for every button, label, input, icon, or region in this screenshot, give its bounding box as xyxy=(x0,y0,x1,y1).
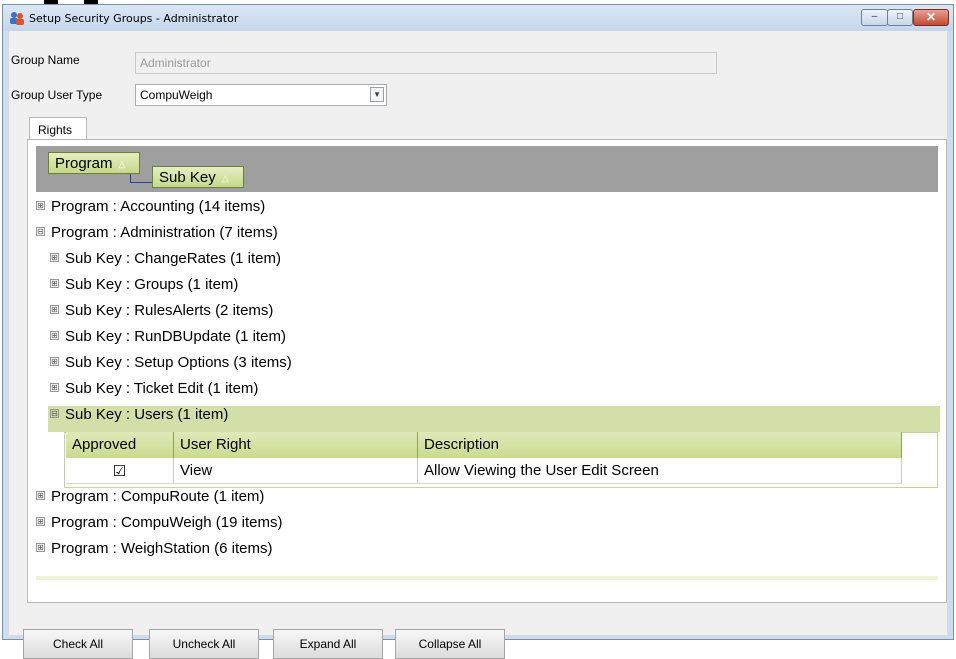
tab-rights[interactable]: Rights xyxy=(29,117,87,140)
description-cell: Allow Viewing the User Edit Screen xyxy=(418,458,902,484)
group-connector xyxy=(130,174,153,183)
collapse-icon[interactable]: ⊟ xyxy=(50,408,59,418)
group-user-type-select[interactable]: CompuWeigh ▾ xyxy=(135,84,387,106)
maximize-button[interactable]: □ xyxy=(887,9,913,26)
expand-icon[interactable]: ⊞ xyxy=(50,330,59,340)
close-icon: ✕ xyxy=(925,10,937,24)
tab-rights-label: Rights xyxy=(38,123,73,137)
tree-row-label: Program : CompuWeigh (19 items) xyxy=(51,514,283,531)
tree-row-label: Sub Key : Users (1 item) xyxy=(65,406,229,423)
expand-icon[interactable]: ⊞ xyxy=(50,382,59,392)
window-title: Setup Security Groups - Administrator xyxy=(29,12,239,25)
tree-row-program[interactable]: ⊟ Program : Administration (7 items) xyxy=(36,224,278,250)
close-button[interactable]: ✕ xyxy=(913,9,949,26)
tree-row-sub-key[interactable]: ⊞ Sub Key : RunDBUpdate (1 item) xyxy=(50,328,286,354)
group-name-field[interactable]: Administrator xyxy=(135,52,717,74)
maximize-icon: □ xyxy=(896,11,904,22)
rights-grid-header: Approved User Right Description xyxy=(66,432,902,458)
approved-checkbox[interactable]: ☑ xyxy=(66,458,174,484)
column-header-approved[interactable]: Approved xyxy=(66,432,174,458)
tree-row-label: Program : Accounting (14 items) xyxy=(51,198,266,215)
group-name-label: Group Name xyxy=(11,53,80,67)
tree-row-label: Sub Key : ChangeRates (1 item) xyxy=(65,250,281,267)
tree-row-program[interactable]: ⊞ Program : CompuRoute (1 item) xyxy=(36,488,264,514)
grid-footer-line xyxy=(36,576,938,580)
title-bar[interactable]: Setup Security Groups - Administrator – … xyxy=(3,5,953,31)
sort-asc-icon: △ xyxy=(221,172,229,183)
collapse-icon[interactable]: ⊟ xyxy=(36,226,45,236)
collapse-all-button[interactable]: Collapse All xyxy=(395,629,505,659)
check-all-button[interactable]: Check All xyxy=(23,629,133,659)
group-chip-program[interactable]: Program △ xyxy=(48,152,140,174)
sort-asc-icon: △ xyxy=(118,158,126,169)
rights-panel: Program △ Sub Key △ ⊞ Program : Accounting … xyxy=(27,139,947,603)
tree-row-label: Program : CompuRoute (1 item) xyxy=(51,488,265,505)
column-header-description[interactable]: Description xyxy=(418,432,902,458)
expand-icon[interactable]: ⊞ xyxy=(36,516,45,526)
user-right-cell: View xyxy=(174,458,418,484)
column-header-user-right[interactable]: User Right xyxy=(174,432,418,458)
tree-row-sub-key[interactable]: ⊞ Sub Key : Ticket Edit (1 item) xyxy=(50,380,258,406)
tree-row-program[interactable]: ⊞ Program : Accounting (14 items) xyxy=(36,198,265,224)
tree-row-label: Sub Key : Groups (1 item) xyxy=(65,276,239,293)
expand-icon[interactable]: ⊞ xyxy=(36,490,45,500)
expand-icon[interactable]: ⊞ xyxy=(50,252,59,262)
group-chip-program-label: Program xyxy=(55,155,113,172)
tree-row-label: Program : Administration (7 items) xyxy=(51,224,278,241)
tree-row-label: Sub Key : Setup Options (3 items) xyxy=(65,354,292,371)
group-user-type-value: CompuWeigh xyxy=(140,88,213,102)
expand-icon[interactable]: ⊞ xyxy=(50,278,59,288)
tree-row-sub-key-selected[interactable]: ⊟ Sub Key : Users (1 item) xyxy=(48,406,940,432)
tree-row-sub-key[interactable]: ⊞ Sub Key : Setup Options (3 items) xyxy=(50,354,292,380)
expand-icon[interactable]: ⊞ xyxy=(36,200,45,210)
tree-row-label: Sub Key : RunDBUpdate (1 item) xyxy=(65,328,286,345)
group-by-area[interactable]: Program △ Sub Key △ xyxy=(36,146,938,192)
setup-security-groups-window: Setup Security Groups - Administrator – … xyxy=(2,4,954,659)
rights-grid-row[interactable]: ☑ View Allow Viewing the User Edit Scree… xyxy=(66,458,902,484)
minimize-button[interactable]: – xyxy=(861,9,888,26)
uncheck-all-button[interactable]: Uncheck All xyxy=(149,629,259,659)
tree-row-sub-key[interactable]: ⊞ Sub Key : ChangeRates (1 item) xyxy=(50,250,281,276)
minimize-icon: – xyxy=(871,11,878,22)
tree-row-label: Program : WeighStation (6 items) xyxy=(51,540,273,557)
expand-icon[interactable]: ⊞ xyxy=(36,542,45,552)
expand-all-button[interactable]: Expand All xyxy=(273,629,383,659)
client-area: Group Name Administrator Group User Type… xyxy=(9,31,947,659)
tree-row-sub-key[interactable]: ⊞ Sub Key : Groups (1 item) xyxy=(50,276,238,302)
tree-row-label: Sub Key : RulesAlerts (2 items) xyxy=(65,302,274,319)
group-chip-sub-key[interactable]: Sub Key △ xyxy=(152,166,244,188)
expand-icon[interactable]: ⊞ xyxy=(50,304,59,314)
group-user-type-label: Group User Type xyxy=(11,88,103,102)
users-icon xyxy=(10,12,24,25)
expand-icon[interactable]: ⊞ xyxy=(50,356,59,366)
tree-row-sub-key[interactable]: ⊞ Sub Key : RulesAlerts (2 items) xyxy=(50,302,273,328)
tree-row-program[interactable]: ⊞ Program : WeighStation (6 items) xyxy=(36,540,272,566)
chevron-down-icon[interactable]: ▾ xyxy=(370,87,384,102)
tree-row-program[interactable]: ⊞ Program : CompuWeigh (19 items) xyxy=(36,514,282,540)
tree-row-label: Sub Key : Ticket Edit (1 item) xyxy=(65,380,259,397)
group-chip-sub-key-label: Sub Key xyxy=(159,169,216,186)
